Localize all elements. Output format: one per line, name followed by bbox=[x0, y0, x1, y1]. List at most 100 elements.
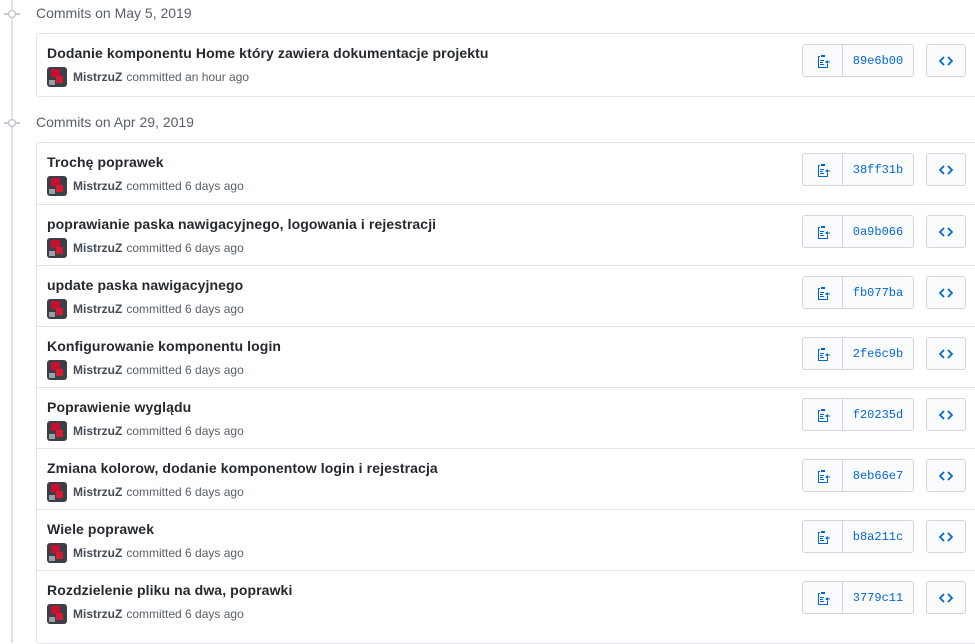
sha-button-group: 0a9b066 bbox=[802, 215, 914, 248]
author-name[interactable]: MistrzuZ bbox=[73, 607, 122, 621]
commit-message[interactable]: Wiele poprawek bbox=[47, 521, 154, 537]
copy-sha-button[interactable] bbox=[803, 582, 843, 613]
avatar[interactable] bbox=[47, 604, 67, 624]
commit-row: Rozdzielenie pliku na dwa, poprawki Mist… bbox=[37, 570, 975, 631]
commit-message[interactable]: Konfigurowanie komponentu login bbox=[47, 338, 281, 354]
commit-message[interactable]: poprawianie paska nawigacyjnego, logowan… bbox=[47, 216, 436, 232]
code-icon bbox=[939, 226, 953, 237]
code-icon bbox=[939, 287, 953, 298]
code-icon bbox=[939, 592, 953, 603]
commit-sha-link[interactable]: 3779c11 bbox=[843, 582, 913, 613]
commit-meta: MistrzuZ committed 6 days ago bbox=[47, 604, 244, 624]
commit-sha-link[interactable]: f20235d bbox=[843, 399, 913, 430]
code-icon bbox=[939, 348, 953, 359]
author-name[interactable]: MistrzuZ bbox=[73, 241, 122, 255]
copy-sha-button[interactable] bbox=[803, 216, 843, 247]
commit-message[interactable]: Dodanie komponentu Home który zawiera do… bbox=[47, 45, 489, 61]
clippy-icon bbox=[817, 591, 830, 605]
browse-repo-button[interactable] bbox=[926, 153, 966, 186]
commit-time: committed 6 days ago bbox=[126, 607, 244, 621]
avatar[interactable] bbox=[47, 67, 67, 87]
avatar[interactable] bbox=[47, 176, 67, 196]
browse-repo-button[interactable] bbox=[926, 459, 966, 492]
commit-message[interactable]: Zmiana kolorow, dodanie komponentow logi… bbox=[47, 460, 438, 476]
clippy-icon bbox=[817, 530, 830, 544]
commit-row: Poprawienie wyglądu MistrzuZ committed 6… bbox=[37, 387, 975, 448]
copy-sha-button[interactable] bbox=[803, 521, 843, 552]
commit-message[interactable]: Rozdzielenie pliku na dwa, poprawki bbox=[47, 582, 292, 598]
commit-row: Trochę poprawek MistrzuZ committed 6 day… bbox=[37, 143, 975, 204]
sha-button-group: 89e6b00 bbox=[802, 44, 914, 77]
browse-repo-button[interactable] bbox=[926, 337, 966, 370]
commit-meta: MistrzuZ committed 6 days ago bbox=[47, 543, 244, 563]
copy-sha-button[interactable] bbox=[803, 277, 843, 308]
commit-meta: MistrzuZ committed 6 days ago bbox=[47, 176, 244, 196]
author-name[interactable]: MistrzuZ bbox=[73, 70, 122, 84]
commit-message[interactable]: Poprawienie wyglądu bbox=[47, 399, 191, 415]
browse-repo-button[interactable] bbox=[926, 581, 966, 614]
commit-time: committed 6 days ago bbox=[126, 302, 244, 316]
sha-button-group: b8a211c bbox=[802, 520, 914, 553]
commit-row: Wiele poprawek MistrzuZ committed 6 days… bbox=[37, 509, 975, 570]
clippy-icon bbox=[817, 163, 830, 177]
commit-meta: MistrzuZ committed 6 days ago bbox=[47, 482, 244, 502]
copy-sha-button[interactable] bbox=[803, 154, 843, 185]
commit-time: committed an hour ago bbox=[126, 70, 250, 84]
commit-meta: MistrzuZ committed 6 days ago bbox=[47, 238, 244, 258]
commit-sha-link[interactable]: 89e6b00 bbox=[843, 45, 913, 76]
commit-row: update paska nawigacyjnego MistrzuZ comm… bbox=[37, 265, 975, 326]
author-name[interactable]: MistrzuZ bbox=[73, 302, 122, 316]
commit-sha-link[interactable]: b8a211c bbox=[843, 521, 913, 552]
commit-time: committed 6 days ago bbox=[126, 546, 244, 560]
browse-repo-button[interactable] bbox=[926, 520, 966, 553]
clippy-icon bbox=[817, 225, 830, 239]
commit-message[interactable]: update paska nawigacyjnego bbox=[47, 277, 243, 293]
commit-time: committed 6 days ago bbox=[126, 485, 244, 499]
code-icon bbox=[939, 470, 953, 481]
author-name[interactable]: MistrzuZ bbox=[73, 485, 122, 499]
git-commit-icon bbox=[4, 9, 20, 19]
browse-repo-button[interactable] bbox=[926, 215, 966, 248]
commit-time: committed 6 days ago bbox=[126, 363, 244, 377]
commit-sha-link[interactable]: fb077ba bbox=[843, 277, 913, 308]
sha-button-group: 3779c11 bbox=[802, 581, 914, 614]
clippy-icon bbox=[817, 347, 830, 361]
code-icon bbox=[939, 164, 953, 175]
commit-meta: MistrzuZ committed 6 days ago bbox=[47, 421, 244, 441]
commit-sha-link[interactable]: 2fe6c9b bbox=[843, 338, 913, 369]
timeline-line bbox=[11, 0, 13, 643]
commit-message[interactable]: Trochę poprawek bbox=[47, 154, 164, 170]
browse-repo-button[interactable] bbox=[926, 44, 966, 77]
sha-button-group: 2fe6c9b bbox=[802, 337, 914, 370]
commit-sha-link[interactable]: 8eb66e7 bbox=[843, 460, 913, 491]
commit-sha-link[interactable]: 0a9b066 bbox=[843, 216, 913, 247]
copy-sha-button[interactable] bbox=[803, 45, 843, 76]
clippy-icon bbox=[817, 408, 830, 422]
commit-row: Dodanie komponentu Home który zawiera do… bbox=[37, 34, 975, 95]
code-icon bbox=[939, 531, 953, 542]
group-title: Commits on Apr 29, 2019 bbox=[36, 114, 194, 130]
avatar[interactable] bbox=[47, 421, 67, 441]
avatar[interactable] bbox=[47, 299, 67, 319]
avatar[interactable] bbox=[47, 360, 67, 380]
avatar[interactable] bbox=[47, 482, 67, 502]
author-name[interactable]: MistrzuZ bbox=[73, 363, 122, 377]
sha-button-group: 38ff31b bbox=[802, 153, 914, 186]
avatar[interactable] bbox=[47, 543, 67, 563]
commit-sha-link[interactable]: 38ff31b bbox=[843, 154, 913, 185]
author-name[interactable]: MistrzuZ bbox=[73, 546, 122, 560]
copy-sha-button[interactable] bbox=[803, 399, 843, 430]
copy-sha-button[interactable] bbox=[803, 338, 843, 369]
copy-sha-button[interactable] bbox=[803, 460, 843, 491]
commit-list: Trochę poprawek MistrzuZ committed 6 day… bbox=[36, 142, 975, 644]
avatar[interactable] bbox=[47, 238, 67, 258]
browse-repo-button[interactable] bbox=[926, 398, 966, 431]
group-title: Commits on May 5, 2019 bbox=[36, 5, 192, 21]
clippy-icon bbox=[817, 286, 830, 300]
commit-time: committed 6 days ago bbox=[126, 179, 244, 193]
browse-repo-button[interactable] bbox=[926, 276, 966, 309]
code-icon bbox=[939, 409, 953, 420]
author-name[interactable]: MistrzuZ bbox=[73, 424, 122, 438]
commit-time: committed 6 days ago bbox=[126, 424, 244, 438]
author-name[interactable]: MistrzuZ bbox=[73, 179, 122, 193]
